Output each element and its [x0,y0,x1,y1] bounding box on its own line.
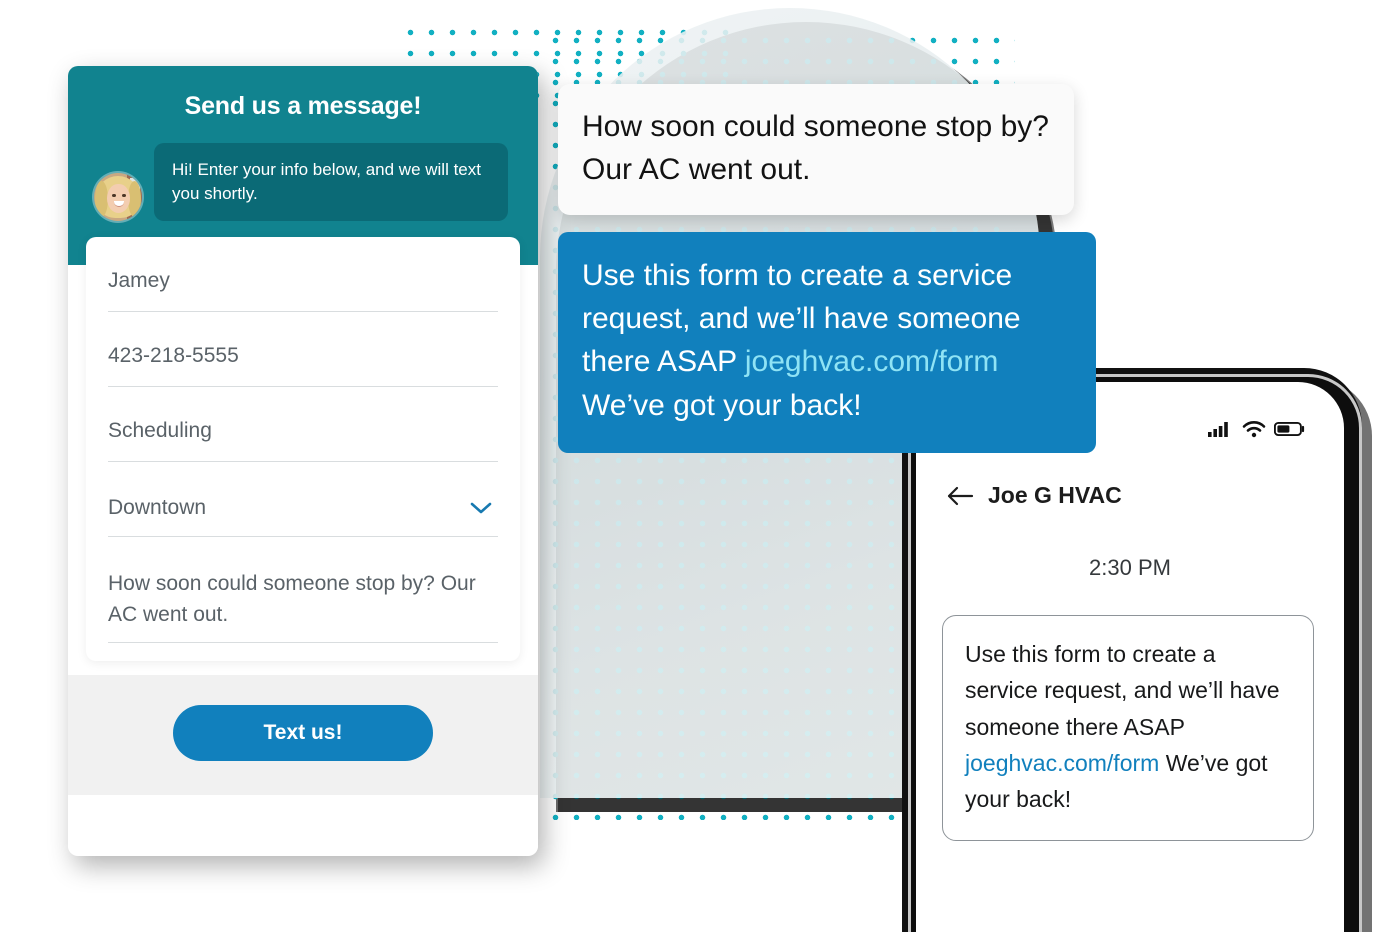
contact-form: Jamey 423-218-5555 Scheduling Downtown H… [86,237,520,662]
illustration-canvas: Send us a message! Hi! Enter your info b… [0,0,1389,932]
location-select-value: Downtown [108,496,207,520]
signal-icon [1208,422,1228,437]
web-chat-widget: Send us a message! Hi! Enter your info b… [68,66,538,856]
widget-bottom-spacer [68,795,538,854]
phone-message-bubble: Use this form to create a service reques… [942,615,1314,841]
widget-header: Send us a message! Hi! Enter your info b… [68,66,538,266]
agent-avatar-icon [94,173,142,222]
name-input[interactable]: Jamey [108,259,498,313]
wifi-icon [1242,421,1266,438]
greeting-bubble: Hi! Enter your info below, and we will t… [154,143,508,222]
widget-title: Send us a message! [184,92,422,120]
phone-message-link[interactable]: joeghvac.com/form [965,750,1159,776]
text-us-button[interactable]: Text us! [173,705,433,762]
message-textarea[interactable]: How soon could someone stop by? Our AC w… [108,559,498,644]
outgoing-text-after: We’ve got your back! [582,388,862,422]
battery-icon [1274,421,1305,437]
chevron-down-icon [470,502,492,514]
widget-footer: Text us! [68,675,538,796]
incoming-message-bubble: How soon could someone stop by? Our AC w… [558,84,1074,216]
greeting-row: Hi! Enter your info below, and we will t… [86,143,520,222]
outgoing-message-bubble: Use this form to create a service reques… [558,232,1096,453]
phone-input[interactable]: 423-218-5555 [108,334,498,388]
outgoing-link[interactable]: joeghvac.com/form [745,345,998,378]
reason-input[interactable]: Scheduling [108,409,498,463]
phone-contact-name: Joe G HVAC [988,482,1122,508]
location-select[interactable]: Downtown [108,484,498,538]
phone-message-timestamp: 2:30 PM [1089,555,1171,580]
phone-screen: Joe G HVAC 2:30 PM Use this form to crea… [916,382,1344,932]
phone-text-before: Use this form to create a service reques… [965,641,1280,740]
arrow-left-icon[interactable] [946,485,974,507]
